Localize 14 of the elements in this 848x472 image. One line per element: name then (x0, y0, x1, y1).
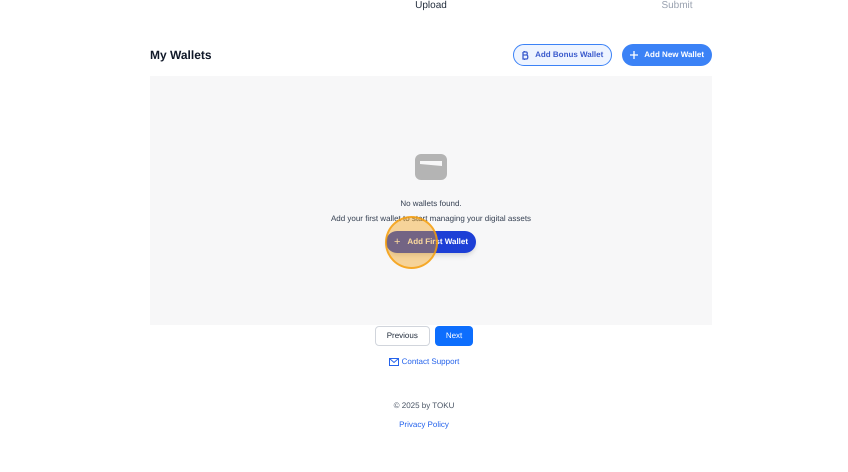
privacy-policy-link[interactable]: Privacy Policy (399, 419, 449, 431)
add-bonus-wallet-button[interactable]: Add Bonus Wallet (513, 44, 612, 66)
contact-support-link[interactable]: Contact Support (388, 356, 460, 368)
add-new-wallet-button[interactable]: Add New Wallet (622, 44, 712, 66)
copyright-text: © 2025 by TOKU (392, 400, 456, 412)
plus-icon (630, 51, 638, 59)
page-title: My Wallets (150, 47, 212, 64)
mail-icon (388, 358, 399, 366)
wallet-icon (414, 153, 448, 181)
empty-message: No wallets found. (400, 198, 462, 210)
bitcoin-icon (522, 50, 530, 60)
next-button[interactable]: Next (434, 326, 474, 346)
previous-button[interactable]: Previous (374, 326, 430, 346)
step-label[interactable]: Upload (415, 0, 447, 11)
